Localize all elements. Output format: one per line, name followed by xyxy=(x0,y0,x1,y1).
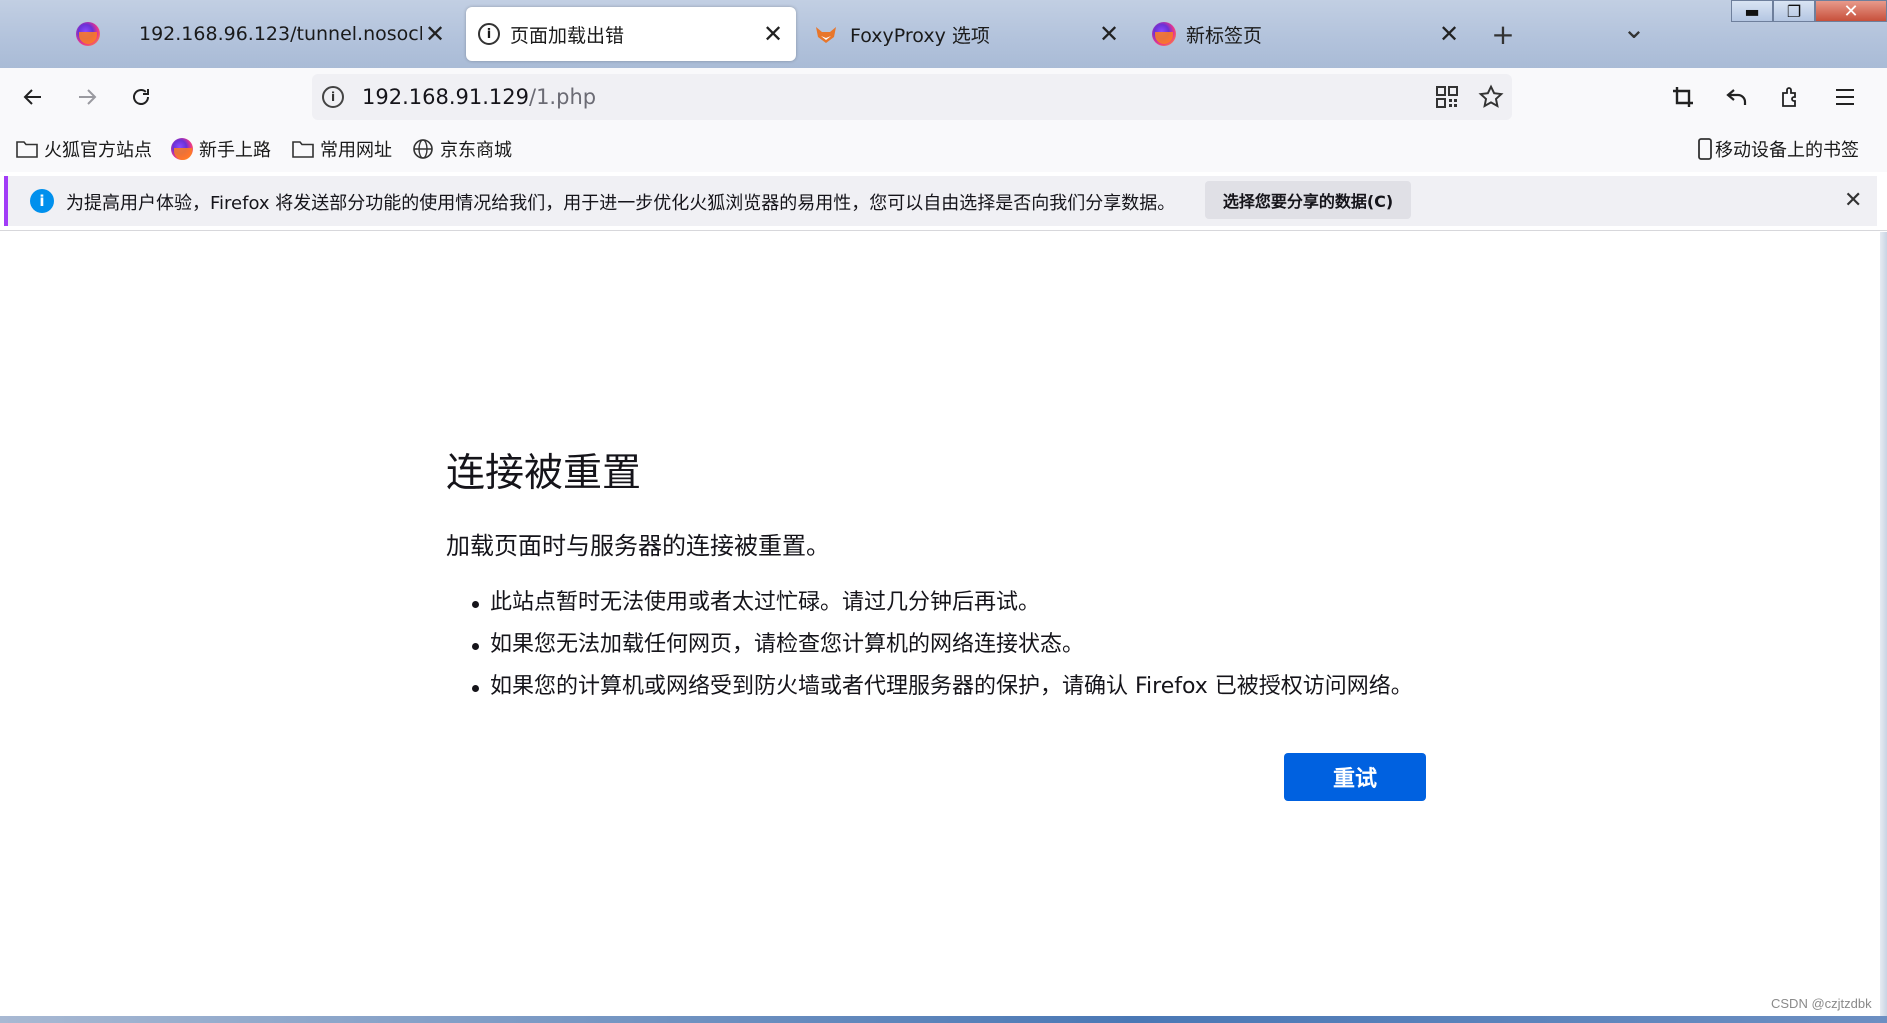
firefox-icon xyxy=(1152,22,1176,46)
list-all-tabs-button[interactable]: ⌄ xyxy=(1618,12,1650,45)
crop-icon xyxy=(1673,87,1693,107)
qr-code-icon[interactable] xyxy=(1436,86,1458,112)
folder-icon xyxy=(292,140,314,158)
close-icon[interactable]: ✕ xyxy=(424,20,446,48)
site-info-icon[interactable]: i xyxy=(322,86,344,108)
url-host: 192.168.91.129 xyxy=(362,85,529,109)
bookmark-firefox-official[interactable]: 火狐官方站点 xyxy=(16,136,152,162)
navigation-toolbar: i 192.168.91.129/1.php xyxy=(0,68,1887,126)
reload-icon xyxy=(133,89,149,105)
firefox-icon xyxy=(76,22,100,46)
list-item: 此站点暂时无法使用或者太过忙碌。请过几分钟后再试。 xyxy=(468,582,1413,624)
list-item: 如果您无法加载任何网页，请检查您计算机的网络连接状态。 xyxy=(468,624,1413,666)
url-path: /1.php xyxy=(529,85,597,109)
choose-data-button[interactable]: 选择您要分享的数据(C) xyxy=(1205,181,1411,219)
tab-title: 新标签页 xyxy=(1186,24,1263,47)
bookmark-common-sites[interactable]: 常用网址 xyxy=(292,136,392,162)
bookmark-label: 常用网址 xyxy=(320,140,392,161)
back-button[interactable] xyxy=(16,80,50,114)
window-close-button[interactable]: ✕ xyxy=(1815,0,1887,22)
bookmark-label: 火狐官方站点 xyxy=(44,140,152,161)
taskbar-edge xyxy=(0,1016,1887,1023)
error-description: 加载页面时与服务器的连接被重置。 xyxy=(446,532,830,560)
bookmark-label: 新手上路 xyxy=(199,140,271,161)
info-icon: i xyxy=(30,189,54,213)
screenshot-button[interactable] xyxy=(1666,80,1700,114)
bookmark-star-icon[interactable] xyxy=(1478,84,1504,114)
tab-strip: 192.168.96.123/tunnel.nosocket.php ✕ i 页… xyxy=(0,0,1887,68)
new-tab-button[interactable]: + xyxy=(1487,18,1519,51)
tab-title: FoxyProxy 选项 xyxy=(850,24,990,47)
foxyproxy-icon xyxy=(814,23,838,45)
tab-error-page[interactable]: i 页面加载出错 ✕ xyxy=(466,7,796,61)
info-icon: i xyxy=(478,23,500,45)
tab-pinned-firefox[interactable] xyxy=(68,7,118,61)
tab-foxyproxy[interactable]: FoxyProxy 选项 ✕ xyxy=(810,7,1130,61)
bookmark-jd-mall[interactable]: 京东商城 xyxy=(412,136,512,162)
tab-new-tab[interactable]: 新标签页 ✕ xyxy=(1150,7,1470,61)
close-icon[interactable]: ✕ xyxy=(762,20,784,48)
arrow-right-icon xyxy=(79,89,97,105)
data-sharing-notification: i 为提高用户体验，Firefox 将发送部分功能的使用情况给我们，用于进一步优… xyxy=(4,176,1877,226)
reload-button[interactable] xyxy=(124,80,158,114)
url-bar[interactable]: i 192.168.91.129/1.php xyxy=(312,74,1512,120)
content-divider xyxy=(0,230,1887,231)
mobile-bookmarks-label: 移动设备上的书签 xyxy=(1715,140,1859,161)
hamburger-menu-icon xyxy=(1836,89,1854,105)
close-icon[interactable]: ✕ xyxy=(1844,188,1862,213)
mobile-bookmarks[interactable]: 移动设备上的书签 xyxy=(1697,136,1859,162)
window-edge xyxy=(1880,232,1887,1022)
firefox-icon xyxy=(171,138,193,160)
undo-button[interactable] xyxy=(1720,80,1754,114)
minimize-button[interactable]: ▬ xyxy=(1731,0,1773,22)
list-item: 如果您的计算机或网络受到防火墙或者代理服务器的保护，请确认 Firefox 已被… xyxy=(468,666,1413,708)
notification-text: 为提高用户体验，Firefox 将发送部分功能的使用情况给我们，用于进一步优化火… xyxy=(66,193,1176,214)
puzzle-icon xyxy=(1782,87,1796,107)
error-suggestions: 此站点暂时无法使用或者太过忙碌。请过几分钟后再试。 如果您无法加载任何网页，请检… xyxy=(468,582,1413,708)
url-text[interactable]: 192.168.91.129/1.php xyxy=(362,85,596,109)
extensions-button[interactable] xyxy=(1774,80,1808,114)
tab-tunnel[interactable]: 192.168.96.123/tunnel.nosocket.php ✕ xyxy=(122,7,452,61)
mobile-device-icon xyxy=(1697,138,1713,160)
retry-button[interactable]: 重试 xyxy=(1284,753,1426,801)
menu-button[interactable] xyxy=(1828,80,1862,114)
tab-title: 页面加载出错 xyxy=(510,24,625,47)
arrow-left-icon xyxy=(23,89,41,105)
window-controls: ▬ ❐ ✕ xyxy=(1731,0,1887,24)
bookmark-getting-started[interactable]: 新手上路 xyxy=(171,136,271,162)
forward-button[interactable] xyxy=(70,80,104,114)
globe-icon xyxy=(412,138,434,160)
bookmark-label: 京东商城 xyxy=(440,140,512,161)
watermark: CSDN @czjtzdbk xyxy=(1771,996,1872,1011)
folder-icon xyxy=(16,140,38,158)
bookmarks-toolbar: 火狐官方站点 新手上路 常用网址 京东商城 移动设备上的书签 xyxy=(0,126,1887,172)
close-icon[interactable]: ✕ xyxy=(1438,20,1460,48)
error-title: 连接被重置 xyxy=(446,451,642,496)
tab-title: 192.168.96.123/tunnel.nosocket.php xyxy=(139,23,422,45)
undo-arrow-icon xyxy=(1726,89,1747,105)
maximize-button[interactable]: ❐ xyxy=(1773,0,1815,22)
close-icon[interactable]: ✕ xyxy=(1098,20,1120,48)
